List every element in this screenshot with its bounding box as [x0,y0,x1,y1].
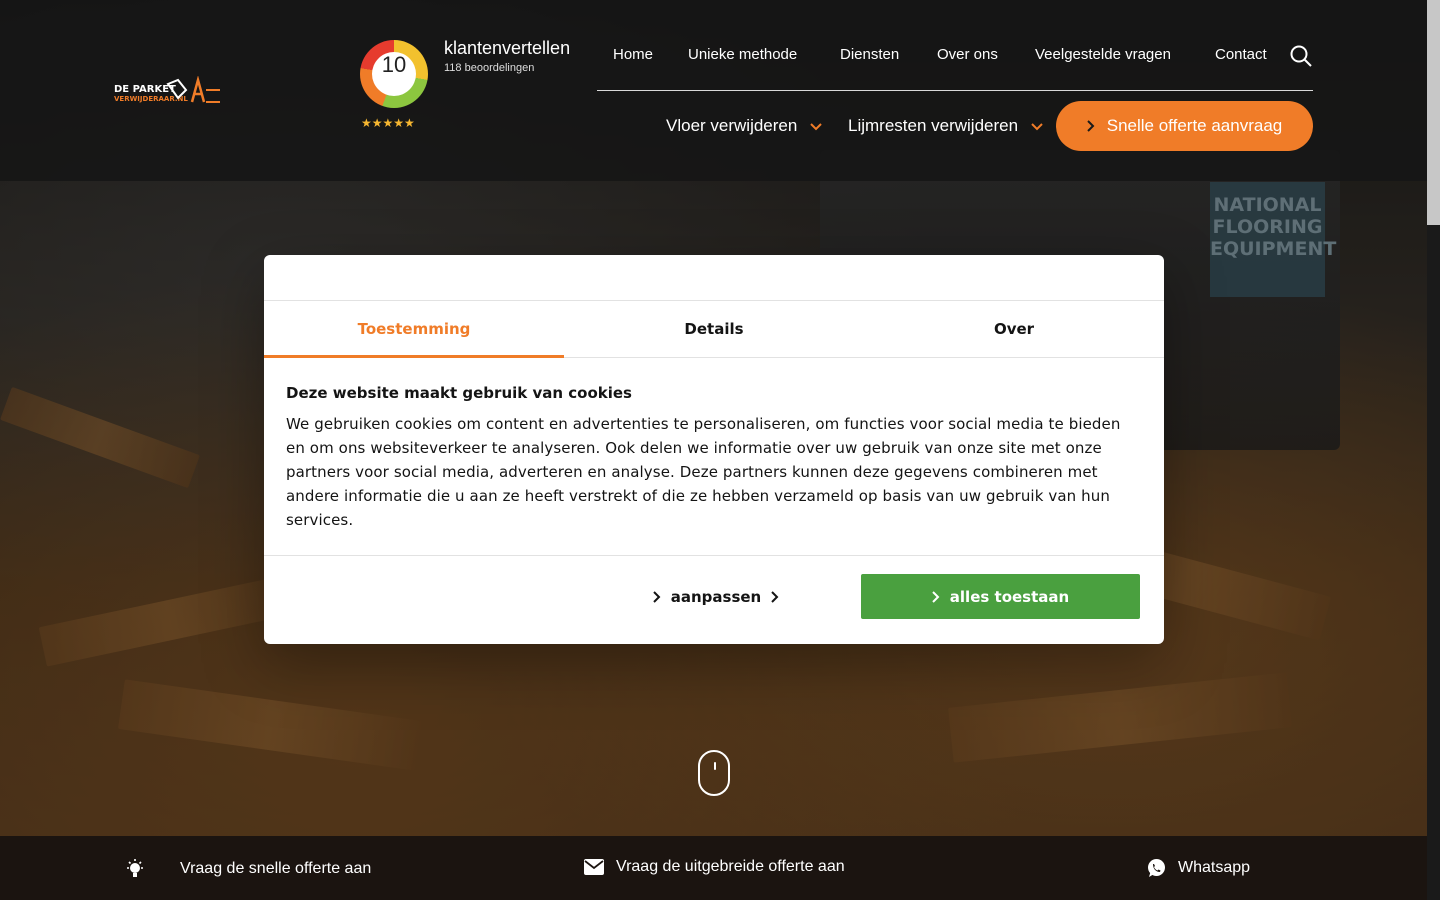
chevron-down-icon [1031,122,1043,130]
logo-mark-icon [166,76,220,103]
chevron-right-icon [771,590,779,603]
tab-over[interactable]: Over [864,301,1164,357]
scroll-down-mouse-icon[interactable] [698,750,730,796]
rating-badge: 10 [360,40,428,108]
whatsapp-link[interactable]: Whatsapp [1146,858,1250,878]
extended-quote-link[interactable]: Vraag de uitgebreide offerte aan [584,858,845,876]
nav-vloer-verwijderen[interactable]: Vloer verwijderen [666,116,822,136]
cookie-dialog-header [264,255,1164,301]
nav-lijmresten-verwijderen[interactable]: Lijmresten verwijderen [848,116,1043,136]
rating-brand: klantenvertellen [444,38,571,58]
quick-quote-link[interactable]: Vraag de snelle offerte aan [124,858,371,880]
customize-button[interactable]: aanpassen [642,574,790,619]
chevron-right-icon [1087,120,1095,132]
rating-count: 118 beoordelingen [444,62,535,74]
nav-unieke-methode[interactable]: Unieke methode [688,46,797,63]
nav-diensten[interactable]: Diensten [840,46,899,63]
whatsapp-icon [1148,859,1165,877]
tab-details[interactable]: Details [564,301,864,357]
cookie-tabs: Toestemming Details Over [264,301,1164,358]
quick-quote-link-label: Vraag de snelle offerte aan [180,860,372,877]
nav-lijmresten-verwijderen-label: Lijmresten verwijderen [848,116,1019,135]
whatsapp-link-label: Whatsapp [1178,859,1251,876]
rating-score: 10 [372,52,416,96]
page-scrollbar[interactable] [1427,0,1440,900]
quick-quote-label: Snelle offerte aanvraag [1106,116,1283,135]
lightbulb-icon [127,859,143,877]
chevron-down-icon [810,122,822,130]
mail-icon [584,859,604,875]
top-navigation: Home Unieke methode Diensten Over ons Ve… [597,40,1313,91]
bottom-contact-bar: Vraag de snelle offerte aan Vraag de uit… [0,836,1427,900]
nav-vloer-verwijderen-label: Vloer verwijderen [666,116,798,135]
chevron-right-icon [932,590,940,603]
nav-over-ons[interactable]: Over ons [937,46,998,63]
rating-stars-icon: ★★★★★ [361,116,415,130]
chevron-right-icon [653,590,661,603]
scrollbar-thumb[interactable] [1427,0,1440,225]
cookie-dialog: Toestemming Details Over Deze website ma… [264,255,1164,644]
quick-quote-button[interactable]: Snelle offerte aanvraag [1056,101,1313,151]
allow-all-button[interactable]: alles toestaan [861,574,1140,619]
site-header: DE PARKET VERWIJDERAAR.NL 10 ★★★★★ klant… [0,0,1427,181]
search-icon[interactable] [1289,44,1313,68]
nav-contact[interactable]: Contact [1215,46,1267,63]
site-logo[interactable]: DE PARKET VERWIJDERAAR.NL [114,74,224,106]
extended-quote-link-label: Vraag de uitgebreide offerte aan [616,858,845,875]
cookie-body: Deze website maakt gebruik van cookies W… [264,358,1164,556]
cookie-text: We gebruiken cookies om content en adver… [286,415,1121,529]
allow-all-label: alles toestaan [949,587,1070,606]
cookie-actions: aanpassen alles toestaan [264,556,1164,643]
customize-label: aanpassen [670,587,762,606]
tab-toestemming[interactable]: Toestemming [264,301,564,358]
cookie-title: Deze website maakt gebruik van cookies [286,384,632,402]
nav-home[interactable]: Home [613,46,653,63]
nav-veelgestelde-vragen[interactable]: Veelgestelde vragen [1035,46,1171,63]
